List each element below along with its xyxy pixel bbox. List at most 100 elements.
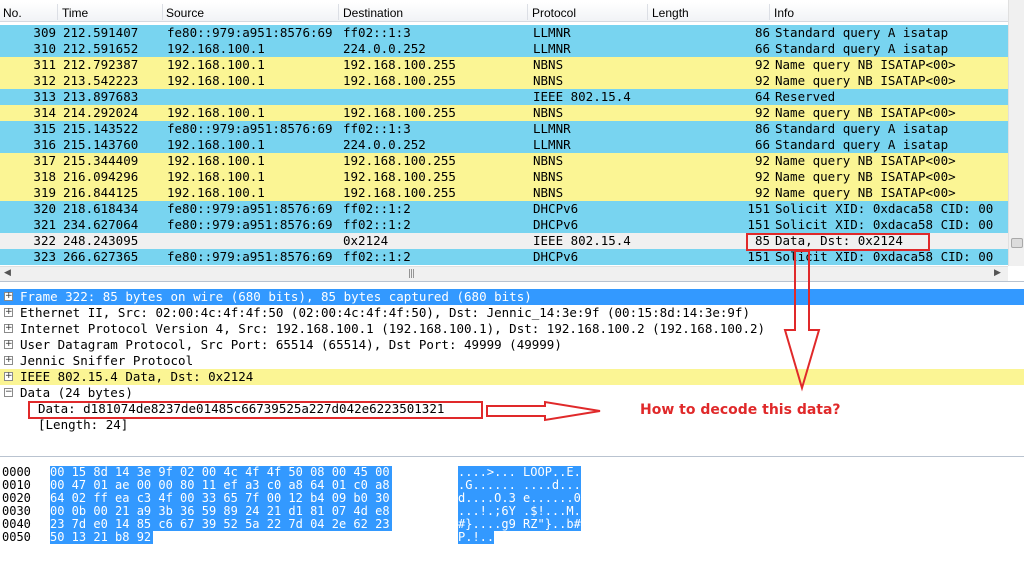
cell-dst: 224.0.0.252 [343,137,426,152]
cell-proto: IEEE 802.15.4 [533,89,631,104]
cell-dst: ff02::1:3 [343,121,411,136]
detail-tree-item[interactable]: + Frame 322: 85 bytes on wire (680 bits),… [0,289,1024,305]
packet-row[interactable]: 313 213.897683 IEEE 802.15.4 64 Reserved [0,89,1008,105]
detail-tree-label: IEEE 802.15.4 Data, Dst: 0x2124 [20,369,254,384]
cell-info: Standard query A isatap [775,41,949,56]
cell-info: Name query NB ISATAP<00> [775,169,956,184]
cell-no: 323 [33,249,56,264]
expand-icon[interactable]: + [4,324,13,333]
expand-icon[interactable]: + [4,292,13,301]
cell-proto: NBNS [533,153,564,168]
cell-len: 92 [754,185,770,200]
cell-src: 192.168.100.1 [167,73,265,88]
detail-tree-item[interactable]: + User Datagram Protocol, Src Port: 65514… [0,337,1024,353]
cell-time: 212.792387 [63,57,139,72]
column-header-no[interactable]: No. [3,6,22,20]
cell-no: 317 [33,153,56,168]
length-field[interactable]: [Length: 24] [38,417,128,433]
data-highlight-box [28,401,483,419]
cell-dst: 192.168.100.255 [343,73,456,88]
collapse-icon[interactable]: − [4,388,13,397]
cell-time: 214.292024 [63,105,139,120]
detail-tree-item[interactable]: + IEEE 802.15.4 Data, Dst: 0x2124 [0,369,1024,385]
cell-dst: ff02::1:2 [343,201,411,216]
expand-icon[interactable]: + [4,372,13,381]
cell-proto: DHCPv6 [533,249,579,264]
packet-row[interactable]: 314 214.292024 192.168.100.1 192.168.100.25… [0,105,1008,121]
cell-info: Solicit XID: 0xdaca58 CID: 00 [775,217,994,232]
cell-info: Solicit XID: 0xdaca58 CID: 00 [775,249,994,264]
cell-dst: 192.168.100.255 [343,169,456,184]
cell-info: Name query NB ISATAP<00> [775,105,956,120]
packet-bytes-pane[interactable]: 0000 00 15 8d 14 3e 9f 02 00 4c 4f 4f 50 … [0,462,1024,571]
cell-len: 66 [754,41,770,56]
cell-src: 192.168.100.1 [167,105,265,120]
cell-info: Standard query A isatap [775,137,949,152]
detail-tree-item[interactable]: + Ethernet II, Src: 02:00:4c:4f:4f:50 (02… [0,305,1024,321]
cell-no: 311 [33,57,56,72]
packet-list-horizontal-scrollbar[interactable]: ◀ ||| ▶ [0,266,1008,281]
cell-proto: LLMNR [533,41,571,56]
cell-proto: LLMNR [533,121,571,136]
packet-list-vertical-scrollbar[interactable] [1008,0,1024,266]
packet-row[interactable]: 316 215.143760 192.168.100.1 224.0.0.252 LLM… [0,137,1008,153]
annotation-question: How to decode this data? [640,402,841,418]
packet-row[interactable]: 317 215.344409 192.168.100.1 192.168.100.25… [0,153,1008,169]
column-header-protocol[interactable]: Protocol [532,6,576,20]
cell-len: 92 [754,73,770,88]
cell-info: Standard query A isatap [775,121,949,136]
cell-info: Solicit XID: 0xdaca58 CID: 00 [775,201,994,216]
cell-src: 192.168.100.1 [167,41,265,56]
expand-icon[interactable]: + [4,340,13,349]
scroll-left-arrow-icon[interactable]: ◀ [4,268,11,278]
column-header-time[interactable]: Time [62,6,88,20]
cell-no: 312 [33,73,56,88]
cell-time: 216.844125 [63,185,139,200]
detail-tree-item[interactable]: + Jennic Sniffer Protocol [0,353,1024,369]
packet-row[interactable]: 323 266.627365 fe80::979:a951:8576:69 ff02:… [0,249,1008,265]
packet-row[interactable]: 309 212.591407 fe80::979:a951:8576:69 ff02:… [0,25,1008,41]
cell-src: 192.168.100.1 [167,153,265,168]
packet-details-pane[interactable]: + Frame 322: 85 bytes on wire (680 bits),… [0,289,1024,457]
scroll-grip-icon[interactable]: ||| [408,269,415,279]
column-header-source[interactable]: Source [166,6,204,20]
cell-info: Standard query A isatap [775,25,949,40]
packet-row[interactable]: 319 216.844125 192.168.100.1 192.168.100.25… [0,185,1008,201]
expand-icon[interactable]: + [4,308,13,317]
cell-len: 92 [754,105,770,120]
packet-row[interactable]: 315 215.143522 fe80::979:a951:8576:69 ff02:… [0,121,1008,137]
cell-time: 234.627064 [63,217,139,232]
detail-tree-label: User Datagram Protocol, Src Port: 65514 … [20,337,562,352]
cell-no: 321 [33,217,56,232]
cell-no: 315 [33,121,56,136]
detail-tree-label: Data (24 bytes) [20,385,133,400]
packet-row[interactable]: 320 218.618434 fe80::979:a951:8576:69 ff02:… [0,201,1008,217]
detail-tree-item[interactable]: − Data (24 bytes) [0,385,1024,401]
cell-dst: ff02::1:2 [343,217,411,232]
packet-row[interactable]: 312 213.542223 192.168.100.1 192.168.100.25… [0,73,1008,89]
scroll-right-arrow-icon[interactable]: ▶ [994,268,1001,278]
expand-icon[interactable]: + [4,356,13,365]
packet-row[interactable]: 311 212.792387 192.168.100.1 192.168.100.25… [0,57,1008,73]
cell-src: fe80::979:a951:8576:69 [167,201,333,216]
cell-len: 66 [754,137,770,152]
byte-ascii: P.!.. [458,530,495,544]
vertical-scroll-thumb[interactable] [1011,238,1023,248]
cell-no: 322 [33,233,56,248]
detail-tree-item[interactable]: + Internet Protocol Version 4, Src: 192.1… [0,321,1024,337]
cell-len: 151 [747,201,770,216]
cell-len: 92 [754,153,770,168]
packet-row[interactable]: 310 212.591652 192.168.100.1 224.0.0.252 LLM… [0,41,1008,57]
cell-len: 86 [754,121,770,136]
column-header-destination[interactable]: Destination [343,6,403,20]
column-header-length[interactable]: Length [652,6,689,20]
cell-no: 320 [33,201,56,216]
byte-hex: 50 13 21 b8 92 [50,530,154,544]
column-header-info[interactable]: Info [774,6,794,20]
cell-no: 314 [33,105,56,120]
packet-list-header: No. Time Source Destination Protocol Len… [0,2,1008,22]
byte-offset: 0050 [2,530,31,544]
packet-row[interactable]: 318 216.094296 192.168.100.1 192.168.100.25… [0,169,1008,185]
packet-row[interactable]: 321 234.627064 fe80::979:a951:8576:69 ff02:… [0,217,1008,233]
detail-tree-label: Ethernet II, Src: 02:00:4c:4f:4f:50 (02:… [20,305,750,320]
